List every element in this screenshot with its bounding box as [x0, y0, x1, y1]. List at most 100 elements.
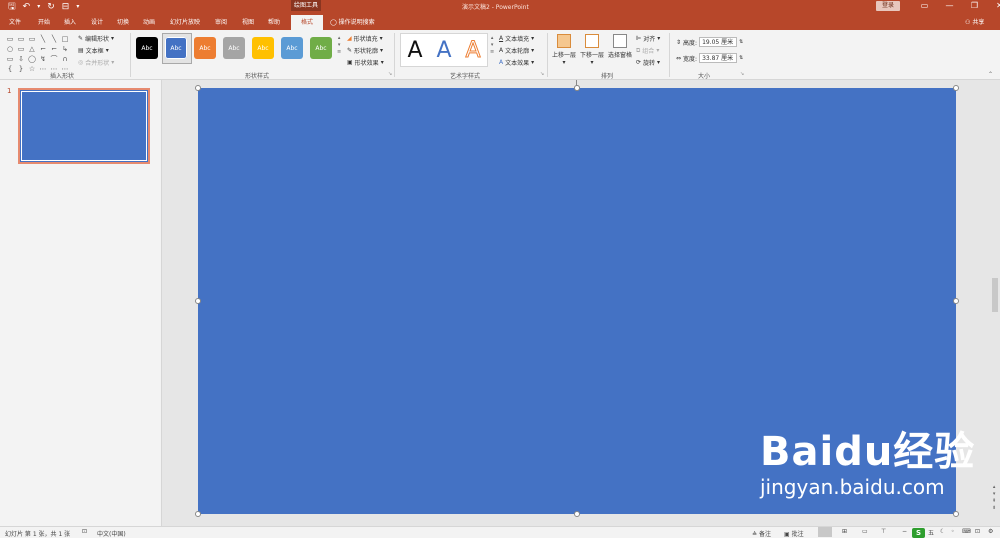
- height-spinner-icon[interactable]: ⇅: [739, 39, 743, 45]
- shape-option[interactable]: ⇩: [16, 55, 26, 64]
- gallery-more-icon[interactable]: ≡: [337, 49, 341, 56]
- shape-option[interactable]: ⌐: [38, 45, 48, 54]
- shape-option[interactable]: ⌒: [49, 55, 59, 64]
- ribbon-display-icon[interactable]: ▭: [912, 0, 937, 12]
- shape-style-swatch[interactable]: Abc: [252, 37, 274, 59]
- shape-option[interactable]: ╲: [49, 35, 59, 44]
- tab-help[interactable]: 帮助: [268, 17, 280, 26]
- zoom-out-icon[interactable]: −: [902, 528, 907, 535]
- wordart-gallery-scroll[interactable]: ▴ ▾ ≡: [490, 35, 494, 56]
- gallery-more-icon[interactable]: ≡: [490, 49, 494, 56]
- resize-handle[interactable]: [953, 85, 959, 91]
- resize-handle[interactable]: [195, 511, 201, 517]
- shape-option[interactable]: ╲: [38, 35, 48, 44]
- dialog-launcher-icon[interactable]: ↘: [388, 71, 392, 77]
- shape-option[interactable]: }: [16, 65, 26, 74]
- shape-outline-button[interactable]: ✎ 形状轮廓 ▾: [347, 46, 383, 55]
- keyboard-icon[interactable]: ⌨: [962, 528, 971, 535]
- tab-review[interactable]: 审阅: [215, 17, 227, 26]
- shape-option[interactable]: ▭: [5, 35, 15, 44]
- punctuation-icon[interactable]: ◦: [951, 528, 955, 535]
- slideshow-icon[interactable]: ⊤: [881, 528, 886, 535]
- customize-qat-icon[interactable]: ▾: [76, 1, 79, 13]
- shape-effects-button[interactable]: ▣ 形状效果 ▾: [347, 58, 384, 67]
- tab-format[interactable]: 格式: [291, 15, 323, 30]
- gallery-down-icon[interactable]: ▾: [338, 42, 341, 49]
- rotate-handle[interactable]: [574, 85, 580, 91]
- reading-view-icon[interactable]: ▭: [862, 528, 868, 535]
- dialog-launcher-icon[interactable]: ↘: [540, 71, 544, 77]
- shape-option[interactable]: ▭: [27, 35, 37, 44]
- rotate-button[interactable]: ⟳ 旋转 ▾: [636, 58, 660, 67]
- shape-option[interactable]: ▭: [16, 45, 26, 54]
- edit-shape-button[interactable]: ✎ 编辑形状 ▾: [78, 34, 114, 43]
- login-button[interactable]: 登录: [876, 1, 900, 11]
- resize-handle[interactable]: [574, 511, 580, 517]
- shape-style-swatch[interactable]: Abc: [310, 37, 332, 59]
- shape-option[interactable]: ⌐: [49, 45, 59, 54]
- undo-dropdown-icon[interactable]: ▾: [37, 1, 40, 13]
- notes-button[interactable]: ≙ 备注: [752, 529, 771, 538]
- shape-option[interactable]: ▭: [16, 35, 26, 44]
- ime-logo[interactable]: S: [912, 528, 925, 538]
- shape-option[interactable]: ▭: [5, 55, 15, 64]
- width-input[interactable]: 33.87 厘米: [699, 53, 738, 63]
- scrollbar-thumb[interactable]: [992, 278, 998, 312]
- moon-icon[interactable]: ☾: [940, 528, 945, 535]
- tell-me-search[interactable]: ◯ 操作说明搜索: [330, 17, 375, 26]
- bring-forward-button[interactable]: 上移一层 ▾: [551, 34, 577, 66]
- scroll-down-icon[interactable]: ▾: [993, 491, 996, 497]
- align-button[interactable]: ⊫ 对齐 ▾: [636, 34, 660, 43]
- gallery-up-icon[interactable]: ▴: [338, 35, 341, 42]
- tab-design[interactable]: 设计: [91, 17, 103, 26]
- send-backward-button[interactable]: 下移一层 ▾: [579, 34, 605, 66]
- wordart-style-black[interactable]: A: [401, 36, 429, 66]
- dialog-launcher-icon[interactable]: ↘: [740, 71, 744, 77]
- text-effects-button[interactable]: A 文本效果 ▾: [499, 58, 534, 67]
- undo-icon[interactable]: ↶: [23, 1, 31, 13]
- shape-option[interactable]: ○: [5, 45, 15, 54]
- tab-home[interactable]: 开始: [38, 17, 50, 26]
- slide-thumbnail[interactable]: [18, 88, 150, 164]
- resize-handle[interactable]: [195, 298, 201, 304]
- gallery-up-icon[interactable]: ▴: [491, 35, 494, 42]
- restore-icon[interactable]: ❐: [962, 0, 987, 12]
- collapse-ribbon-icon[interactable]: ⌃: [988, 71, 993, 78]
- tab-file[interactable]: 文件: [9, 17, 21, 26]
- close-icon[interactable]: ✕: [987, 0, 1000, 12]
- shape-option[interactable]: ↳: [60, 45, 70, 54]
- tab-view[interactable]: 视图: [242, 17, 254, 26]
- shape-style-swatch[interactable]: Abc: [194, 37, 216, 59]
- ime-mode[interactable]: 五: [928, 528, 934, 537]
- shape-style-swatch[interactable]: Abc: [136, 37, 158, 59]
- shape-style-swatch[interactable]: Abc: [281, 37, 303, 59]
- resize-handle[interactable]: [953, 511, 959, 517]
- text-outline-button[interactable]: A 文本轮廓 ▾: [499, 46, 534, 55]
- text-box-button[interactable]: ▤ 文本框 ▾: [78, 46, 109, 55]
- text-fill-button[interactable]: A 文本填充 ▾: [499, 34, 534, 43]
- slide-sorter-icon[interactable]: ⊞: [842, 528, 847, 535]
- selection-pane-button[interactable]: 选择窗格: [607, 34, 633, 59]
- share-button[interactable]: ⚇ 共享: [965, 17, 984, 26]
- width-spinner-icon[interactable]: ⇅: [739, 55, 743, 61]
- merge-shapes-button[interactable]: ◎ 合并形状 ▾: [78, 58, 114, 67]
- comments-button[interactable]: ▣ 批注: [784, 529, 804, 538]
- shape-option[interactable]: ◯: [27, 55, 37, 64]
- tab-animations[interactable]: 动画: [143, 17, 155, 26]
- tab-insert[interactable]: 插入: [64, 17, 76, 26]
- settings-icon[interactable]: ⚙: [988, 528, 993, 535]
- gallery-down-icon[interactable]: ▾: [491, 42, 494, 49]
- shape-option[interactable]: △: [27, 45, 37, 54]
- group-button[interactable]: ⧉ 组合 ▾: [636, 46, 659, 56]
- from-beginning-icon[interactable]: ⊟: [62, 1, 70, 13]
- prev-slide-icon[interactable]: ⇞: [992, 498, 996, 504]
- language-indicator[interactable]: 中文(中国): [97, 529, 126, 538]
- shape-fill-button[interactable]: ◢ 形状填充 ▾: [347, 34, 383, 43]
- minimize-icon[interactable]: —: [937, 0, 962, 12]
- shapes-gallery[interactable]: ▭ ▭ ▭ ╲ ╲ □ ○ ▭ △ ⌐ ⌐ ↳ ▭ ⇩ ◯ ↯ ⌒ ∩{} ☆ ⋯ ⋯ ⋯: [5, 35, 70, 73]
- shape-option[interactable]: ☆: [27, 65, 37, 74]
- shape-option[interactable]: {: [5, 65, 15, 74]
- shape-option[interactable]: ↯: [38, 55, 48, 64]
- shape-option[interactable]: ∩: [60, 55, 70, 64]
- save-icon[interactable]: 🖫: [8, 1, 16, 13]
